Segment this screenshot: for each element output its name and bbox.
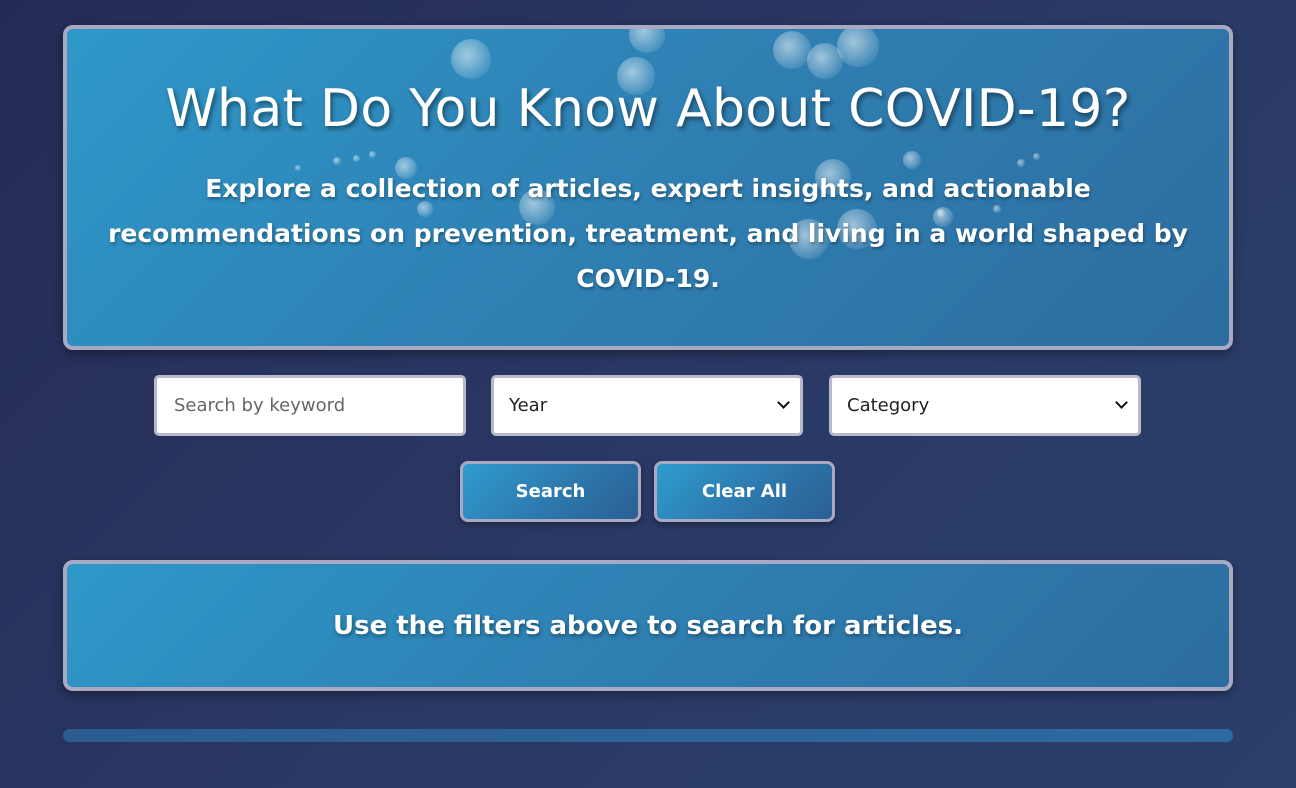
page-subtitle: Explore a collection of articles, expert… [108,174,1188,293]
bubble-decoration [451,39,491,79]
category-select-value: Category [847,395,930,416]
results-message: Use the filters above to search for arti… [332,610,963,641]
footer-bar [63,729,1233,742]
search-input[interactable] [172,394,446,417]
bubble-decoration [333,157,341,165]
bubble-decoration [353,155,360,162]
year-select[interactable]: Year [491,375,803,436]
search-field[interactable] [154,375,466,436]
bubble-decoration [1033,153,1040,160]
bubble-decoration [837,29,879,67]
hero-banner: What Do You Know About COVID-19? Explore… [63,25,1233,350]
clear-all-button[interactable]: Clear All [654,461,835,522]
category-select[interactable]: Category [829,375,1141,436]
year-select-value: Year [509,395,548,416]
bubble-decoration [369,151,376,158]
page-title: What Do You Know About COVID-19? [165,79,1131,139]
bubble-decoration [629,29,665,53]
bubble-decoration [773,31,811,69]
search-button[interactable]: Search [460,461,641,522]
results-panel: Use the filters above to search for arti… [63,560,1233,691]
